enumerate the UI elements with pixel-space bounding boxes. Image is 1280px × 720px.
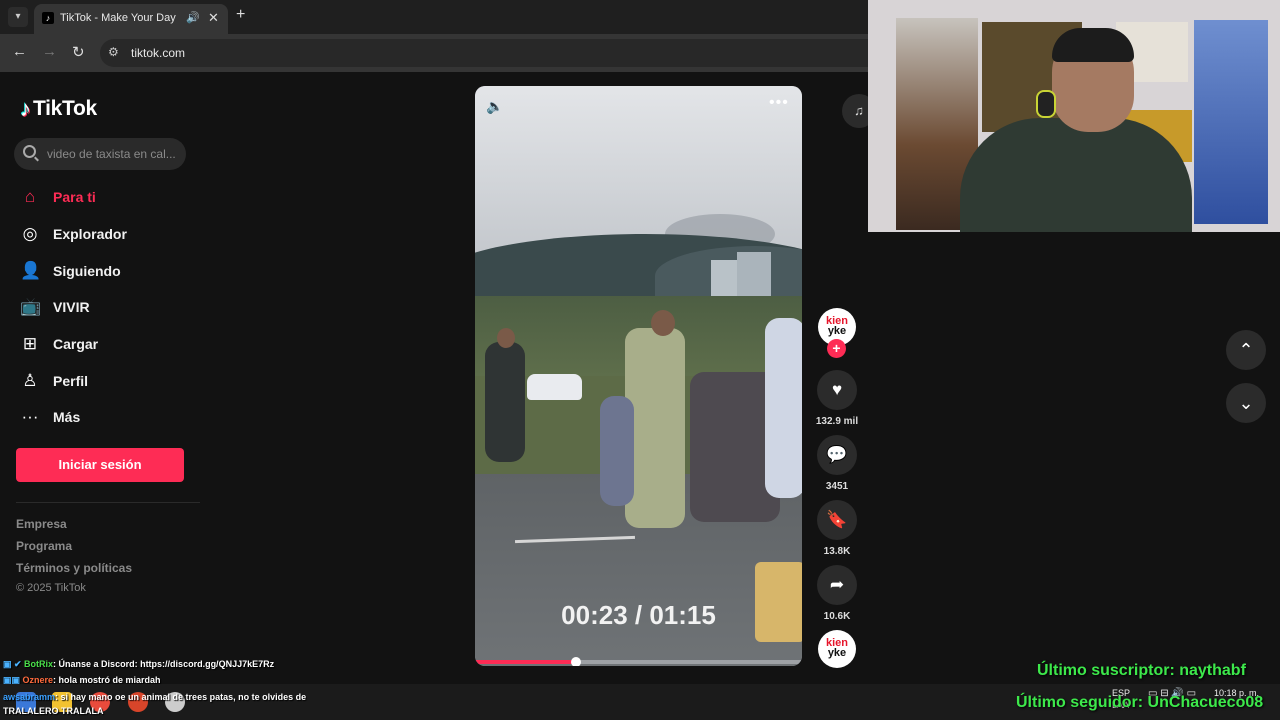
chat-message: TRALALERO TRALALA [3, 706, 104, 716]
video-person-head [497, 328, 515, 348]
sidebar-item-label: Perfil [53, 373, 89, 389]
share-count: 10.6K [823, 611, 851, 622]
audio-icon[interactable]: 🔊 [186, 11, 200, 24]
footer-link-programa[interactable]: Programa [16, 539, 72, 553]
volume-icon[interactable]: 🔈 [486, 98, 503, 115]
divider [16, 502, 200, 503]
video-car [527, 374, 582, 400]
video-progress-bar[interactable] [475, 657, 802, 666]
reload-icon[interactable]: ↻ [72, 43, 85, 61]
profile-icon: ♙ [22, 371, 38, 390]
sidebar-item-explorador[interactable]: ◎ Explorador [20, 222, 127, 246]
logo-text: TikTok [33, 97, 97, 120]
streamer-body [960, 118, 1192, 232]
login-button[interactable]: Iniciar sesión [16, 448, 184, 482]
video-progress-fill [475, 660, 577, 664]
streamer-hair [1052, 28, 1134, 62]
sidebar-item-label: VIVIR [53, 299, 90, 315]
last-follower-text: Último seguidor: UnChacueco08 [1016, 694, 1264, 711]
screen: ▾ ♪ TikTok - Make Your Day 🔊 ✕ + ← → ↻ ⚙… [0, 0, 1280, 720]
tiktok-note-icon: ♪ [20, 96, 31, 121]
tab-title: TikTok - Make Your Day [60, 12, 176, 24]
comment-count: 3451 [825, 481, 849, 492]
url-text: tiktok.com [131, 46, 186, 60]
video-progress-knob[interactable] [571, 657, 582, 666]
last-subscriber-text: Último suscriptor: naythabf [1037, 662, 1246, 679]
sidebar-item-label: Más [53, 409, 81, 425]
footer-link-terminos[interactable]: Términos y políticas [16, 561, 132, 575]
browser-tab[interactable]: ♪ TikTok - Make Your Day 🔊 ✕ [34, 4, 228, 34]
sidebar-item-label: Siguiendo [53, 263, 121, 279]
sidebar-item-cargar[interactable]: ⊞ Cargar [20, 332, 98, 356]
site-settings-icon[interactable]: ⚙ [108, 45, 119, 59]
bookmark-count: 13.8K [823, 546, 851, 557]
video-person [625, 328, 685, 528]
video-person [485, 342, 525, 462]
back-icon[interactable]: ← [12, 43, 27, 60]
compass-icon: ◎ [22, 224, 38, 243]
chat-text: : si hay mano oe un animal de trees pata… [55, 692, 307, 702]
home-icon: ⌂ [24, 187, 36, 206]
sidebar-item-mas[interactable]: ··· Más [20, 405, 81, 429]
author-brand-logo: kien yke [825, 637, 848, 659]
follow-plus-icon[interactable]: + [827, 339, 846, 358]
video-player[interactable]: 🔈 ••• 00:23 / 01:15 [475, 86, 802, 666]
upload-icon: ⊞ [22, 334, 38, 353]
share-button[interactable]: ➦ [817, 565, 857, 605]
following-icon: 👤 [20, 261, 42, 280]
music-author-avatar[interactable]: kien yke [818, 630, 856, 668]
bot-badge-icon: ▣ ✔ [3, 659, 25, 669]
previous-video-button[interactable]: ⌃ [1226, 330, 1266, 370]
next-video-button[interactable]: ⌄ [1226, 383, 1266, 423]
chat-text: TRALALERO TRALALA [3, 706, 104, 716]
video-time-overlay: 00:23 / 01:15 [561, 600, 716, 630]
chat-message: awsabramm: si hay mano oe un animal de t… [3, 692, 306, 702]
tiktok-favicon-icon: ♪ [42, 12, 54, 24]
chat-text: : Únanse a Discord: https://discord.gg/Q… [53, 659, 275, 669]
tiktok-logo[interactable]: ♪ TikTok [20, 96, 97, 122]
sidebar-item-vivir[interactable]: 📺 VIVIR [20, 295, 90, 319]
chat-username: BotRix [24, 659, 54, 669]
chat-username: awsabramm [3, 692, 56, 702]
video-person-head [651, 310, 675, 336]
comment-button[interactable]: 💬 [817, 435, 857, 475]
more-options-icon[interactable]: ••• [769, 94, 789, 112]
more-icon: ··· [21, 407, 39, 426]
plus-icon[interactable]: + [236, 6, 245, 24]
author-brand-logo: kien yke [825, 315, 848, 337]
video-person [765, 318, 802, 498]
sidebar-item-label: Explorador [53, 226, 127, 242]
sidebar-item-label: Para ti [53, 189, 96, 205]
footer-link-empresa[interactable]: Empresa [16, 517, 67, 531]
sidebar-item-label: Cargar [53, 336, 99, 352]
live-tv-icon: 📺 [20, 297, 42, 316]
poster-football [1194, 20, 1268, 224]
copyright-text: © 2025 TikTok [16, 582, 86, 594]
search-input[interactable]: video de taxista en cal... [14, 138, 186, 170]
chat-message: ▣ ✔ BotRix: Únanse a Discord: https://di… [3, 659, 274, 670]
search-placeholder: video de taxista en cal... [47, 147, 176, 161]
sidebar-item-para-ti[interactable]: ⌂ Para ti [20, 185, 96, 209]
search-icon [23, 145, 36, 158]
video-person [600, 396, 634, 506]
sidebar-item-siguiendo[interactable]: 👤 Siguiendo [20, 259, 121, 283]
sidebar-item-perfil[interactable]: ♙ Perfil [20, 369, 88, 393]
bookmark-button[interactable]: 🔖 [817, 500, 857, 540]
forward-icon[interactable]: → [42, 43, 57, 60]
close-icon[interactable]: ✕ [208, 10, 219, 26]
headphone-icon [1036, 90, 1056, 118]
url-field[interactable]: ⚙ tiktok.com [100, 39, 1000, 67]
like-count: 132.9 mil [815, 416, 859, 427]
tab-dropdown-icon[interactable]: ▾ [8, 7, 28, 27]
like-button[interactable]: ♥ [817, 370, 857, 410]
